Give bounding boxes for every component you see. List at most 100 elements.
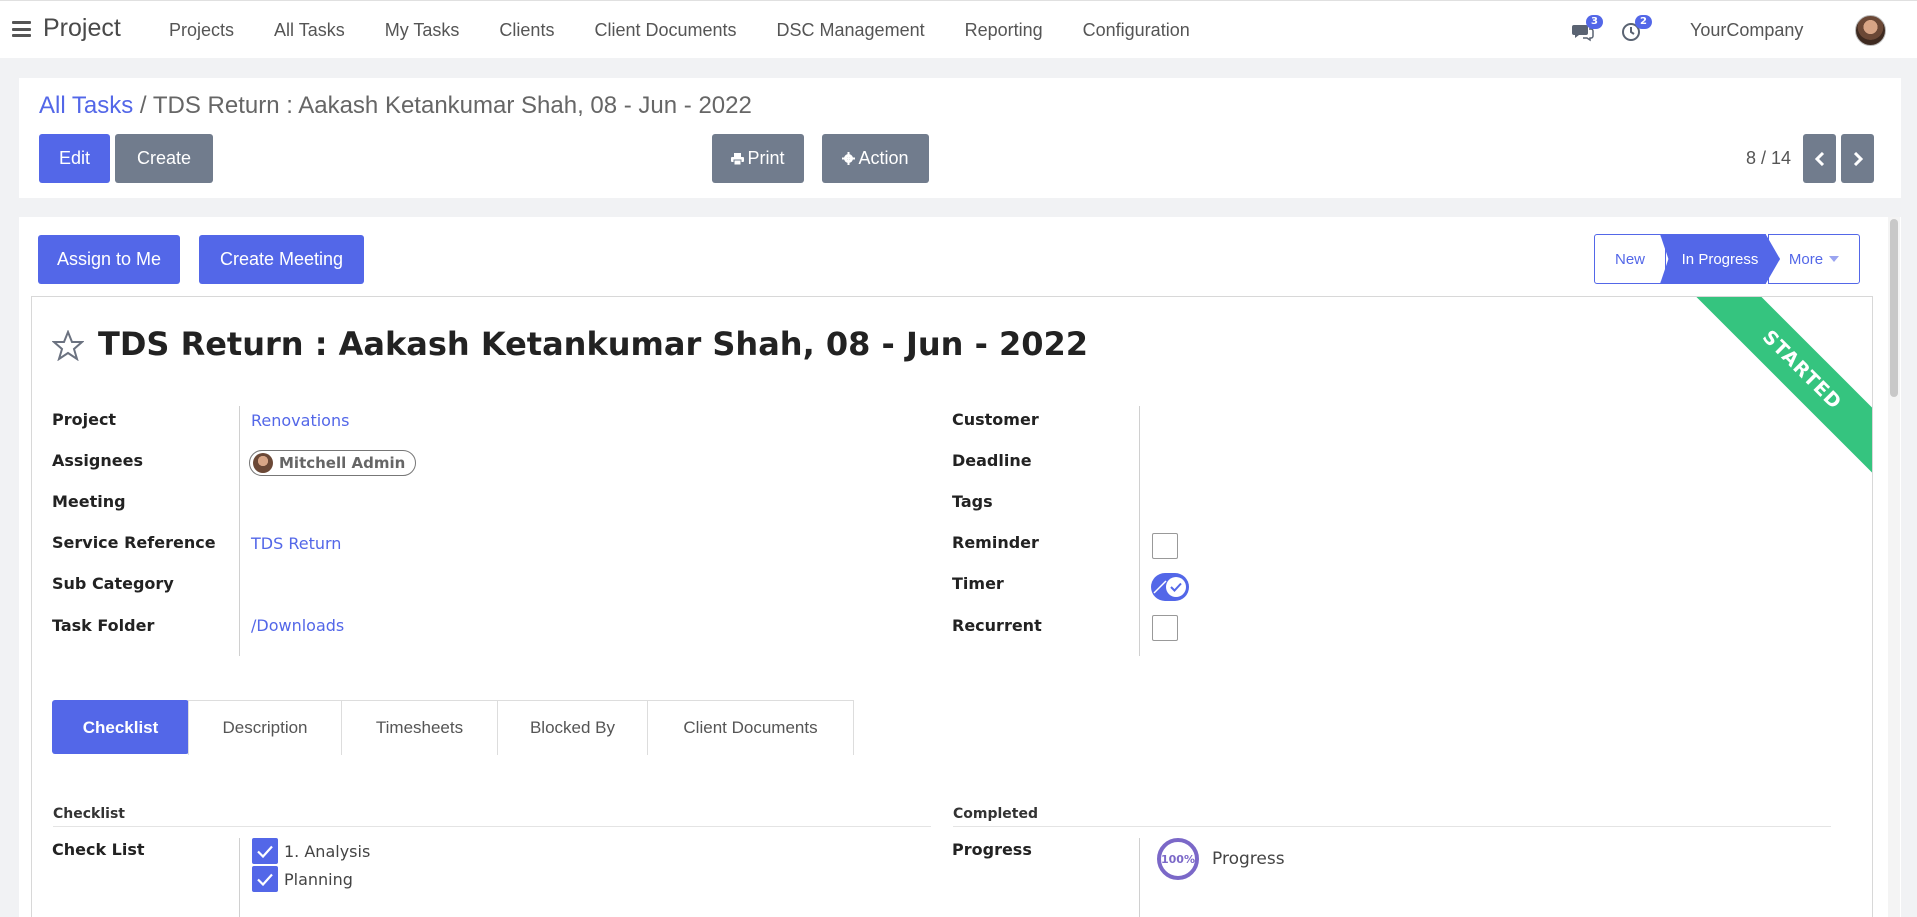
notebook-tabs: Checklist Description Timesheets Blocked… xyxy=(52,700,854,755)
stage-more-label: More xyxy=(1788,250,1824,268)
favorite-star-icon[interactable] xyxy=(51,329,85,365)
activities-button[interactable]: 2 xyxy=(1621,15,1652,43)
checklist-item-label: 1. Analysis xyxy=(284,841,371,861)
task-folder-label: Task Folder xyxy=(52,616,155,635)
print-button[interactable]: Print xyxy=(712,134,804,183)
pager-value[interactable]: 8 / 14 xyxy=(1746,148,1791,169)
checklist-section-title: Checklist xyxy=(53,806,125,822)
service-reference-value[interactable]: TDS Return xyxy=(251,534,341,553)
checklist-item: 1. Analysis xyxy=(252,838,370,864)
checklist-item-label: Planning xyxy=(284,869,353,889)
messages-button[interactable]: 3 xyxy=(1572,15,1603,43)
assignee-tag[interactable]: Mitchell Admin xyxy=(249,450,417,476)
progress-percent: 100% xyxy=(1161,852,1195,866)
menu-item-clients[interactable]: Clients xyxy=(499,20,554,41)
chevron-right-icon xyxy=(1853,151,1863,166)
create-meeting-button[interactable]: Create Meeting xyxy=(199,235,364,284)
checklist-item: Planning xyxy=(252,866,353,892)
checklist-item-checkbox[interactable] xyxy=(252,838,278,864)
printer-icon xyxy=(731,152,745,165)
gear-icon xyxy=(842,152,856,165)
edit-button[interactable]: Edit xyxy=(39,134,110,183)
activities-badge: 2 xyxy=(1635,15,1652,29)
menu-item-projects[interactable]: Projects xyxy=(169,20,234,41)
messages-badge: 3 xyxy=(1586,15,1603,29)
check-list-label: Check List xyxy=(52,840,145,859)
print-label: Print xyxy=(747,148,785,168)
menu-item-my-tasks[interactable]: My Tasks xyxy=(385,20,460,41)
chevron-left-icon xyxy=(1814,151,1824,166)
reminder-label: Reminder xyxy=(952,533,1039,552)
assignee-name: Mitchell Admin xyxy=(279,454,406,472)
menu-item-reporting[interactable]: Reporting xyxy=(965,20,1043,41)
caret-down-icon xyxy=(1829,256,1840,262)
recurrent-label: Recurrent xyxy=(952,616,1042,635)
create-button[interactable]: Create xyxy=(115,134,213,183)
started-ribbon: STARTED xyxy=(1693,297,1872,479)
completed-section-title: Completed xyxy=(953,806,1039,822)
action-button[interactable]: Action xyxy=(822,134,929,183)
tab-checklist[interactable]: Checklist xyxy=(52,700,189,754)
check-icon xyxy=(257,873,273,886)
assign-to-me-button[interactable]: Assign to Me xyxy=(38,235,180,284)
stage-new[interactable]: New xyxy=(1594,234,1666,284)
deadline-label: Deadline xyxy=(952,451,1032,470)
user-avatar[interactable] xyxy=(1855,15,1886,46)
project-label: Project xyxy=(52,410,117,429)
menu-item-configuration[interactable]: Configuration xyxy=(1083,20,1190,41)
control-panel: All Tasks / TDS Return : Aakash Ketankum… xyxy=(19,78,1901,198)
timer-label: Timer xyxy=(952,574,1004,593)
tab-timesheets[interactable]: Timesheets xyxy=(341,700,498,755)
reminder-checkbox[interactable] xyxy=(1152,533,1178,559)
company-switcher[interactable]: YourCompany xyxy=(1690,20,1803,41)
completed-section-line xyxy=(953,826,1831,827)
menu-item-dsc-management[interactable]: DSC Management xyxy=(777,20,925,41)
stage-in-progress[interactable]: In Progress xyxy=(1660,234,1780,284)
menu-toggle-icon[interactable] xyxy=(12,21,31,37)
form-scrollbar[interactable] xyxy=(1888,217,1900,917)
app-title[interactable]: Project xyxy=(43,14,121,43)
tags-label: Tags xyxy=(952,492,993,511)
sub-category-label: Sub Category xyxy=(52,574,174,593)
scrollbar-thumb[interactable] xyxy=(1890,219,1898,397)
assignee-avatar xyxy=(253,453,273,473)
action-label: Action xyxy=(858,148,909,168)
tab-blocked-by[interactable]: Blocked By xyxy=(497,700,648,755)
progress-caption: Progress xyxy=(1212,849,1285,869)
right-field-divider xyxy=(1139,406,1140,656)
menu-item-client-documents[interactable]: Client Documents xyxy=(594,20,736,41)
slash-icon xyxy=(1153,580,1167,594)
main-menu: Projects All Tasks My Tasks Clients Clie… xyxy=(169,20,1230,41)
checklist-section-line xyxy=(53,826,931,827)
check-list-divider xyxy=(239,838,240,917)
timer-toggle[interactable] xyxy=(1151,573,1189,601)
pager-previous-button[interactable] xyxy=(1803,134,1836,183)
tab-client-documents[interactable]: Client Documents xyxy=(647,700,854,755)
record-title[interactable]: TDS Return : Aakash Ketankumar Shah, 08 … xyxy=(98,325,1088,363)
check-icon xyxy=(257,845,273,858)
pager-next-button[interactable] xyxy=(1841,134,1874,183)
stage-more-dropdown[interactable]: More xyxy=(1768,234,1860,284)
project-value[interactable]: Renovations xyxy=(251,411,349,430)
left-field-divider xyxy=(239,406,240,656)
progress-gauge: 100% xyxy=(1157,838,1199,880)
breadcrumb: All Tasks / TDS Return : Aakash Ketankum… xyxy=(39,92,752,120)
recurrent-checkbox[interactable] xyxy=(1152,615,1178,641)
progress-label: Progress xyxy=(952,840,1032,859)
stage-statusbar: New In Progress More xyxy=(1594,234,1860,284)
timer-toggle-knob xyxy=(1166,577,1186,597)
menu-item-all-tasks[interactable]: All Tasks xyxy=(274,20,345,41)
breadcrumb-current: TDS Return : Aakash Ketankumar Shah, 08 … xyxy=(152,92,752,119)
task-folder-value[interactable]: /Downloads xyxy=(251,616,344,635)
checklist-item-checkbox[interactable] xyxy=(252,866,278,892)
top-navbar: Project Projects All Tasks My Tasks Clie… xyxy=(0,0,1917,58)
breadcrumb-separator: / xyxy=(133,92,153,119)
form-sheet: STARTED xyxy=(31,296,1873,917)
progress-divider xyxy=(1139,838,1140,917)
breadcrumb-all-tasks[interactable]: All Tasks xyxy=(39,92,133,119)
service-reference-label: Service Reference xyxy=(52,533,216,552)
check-icon xyxy=(1170,582,1182,592)
meeting-label: Meeting xyxy=(52,492,126,511)
customer-label: Customer xyxy=(952,410,1039,429)
tab-description[interactable]: Description xyxy=(188,700,342,755)
